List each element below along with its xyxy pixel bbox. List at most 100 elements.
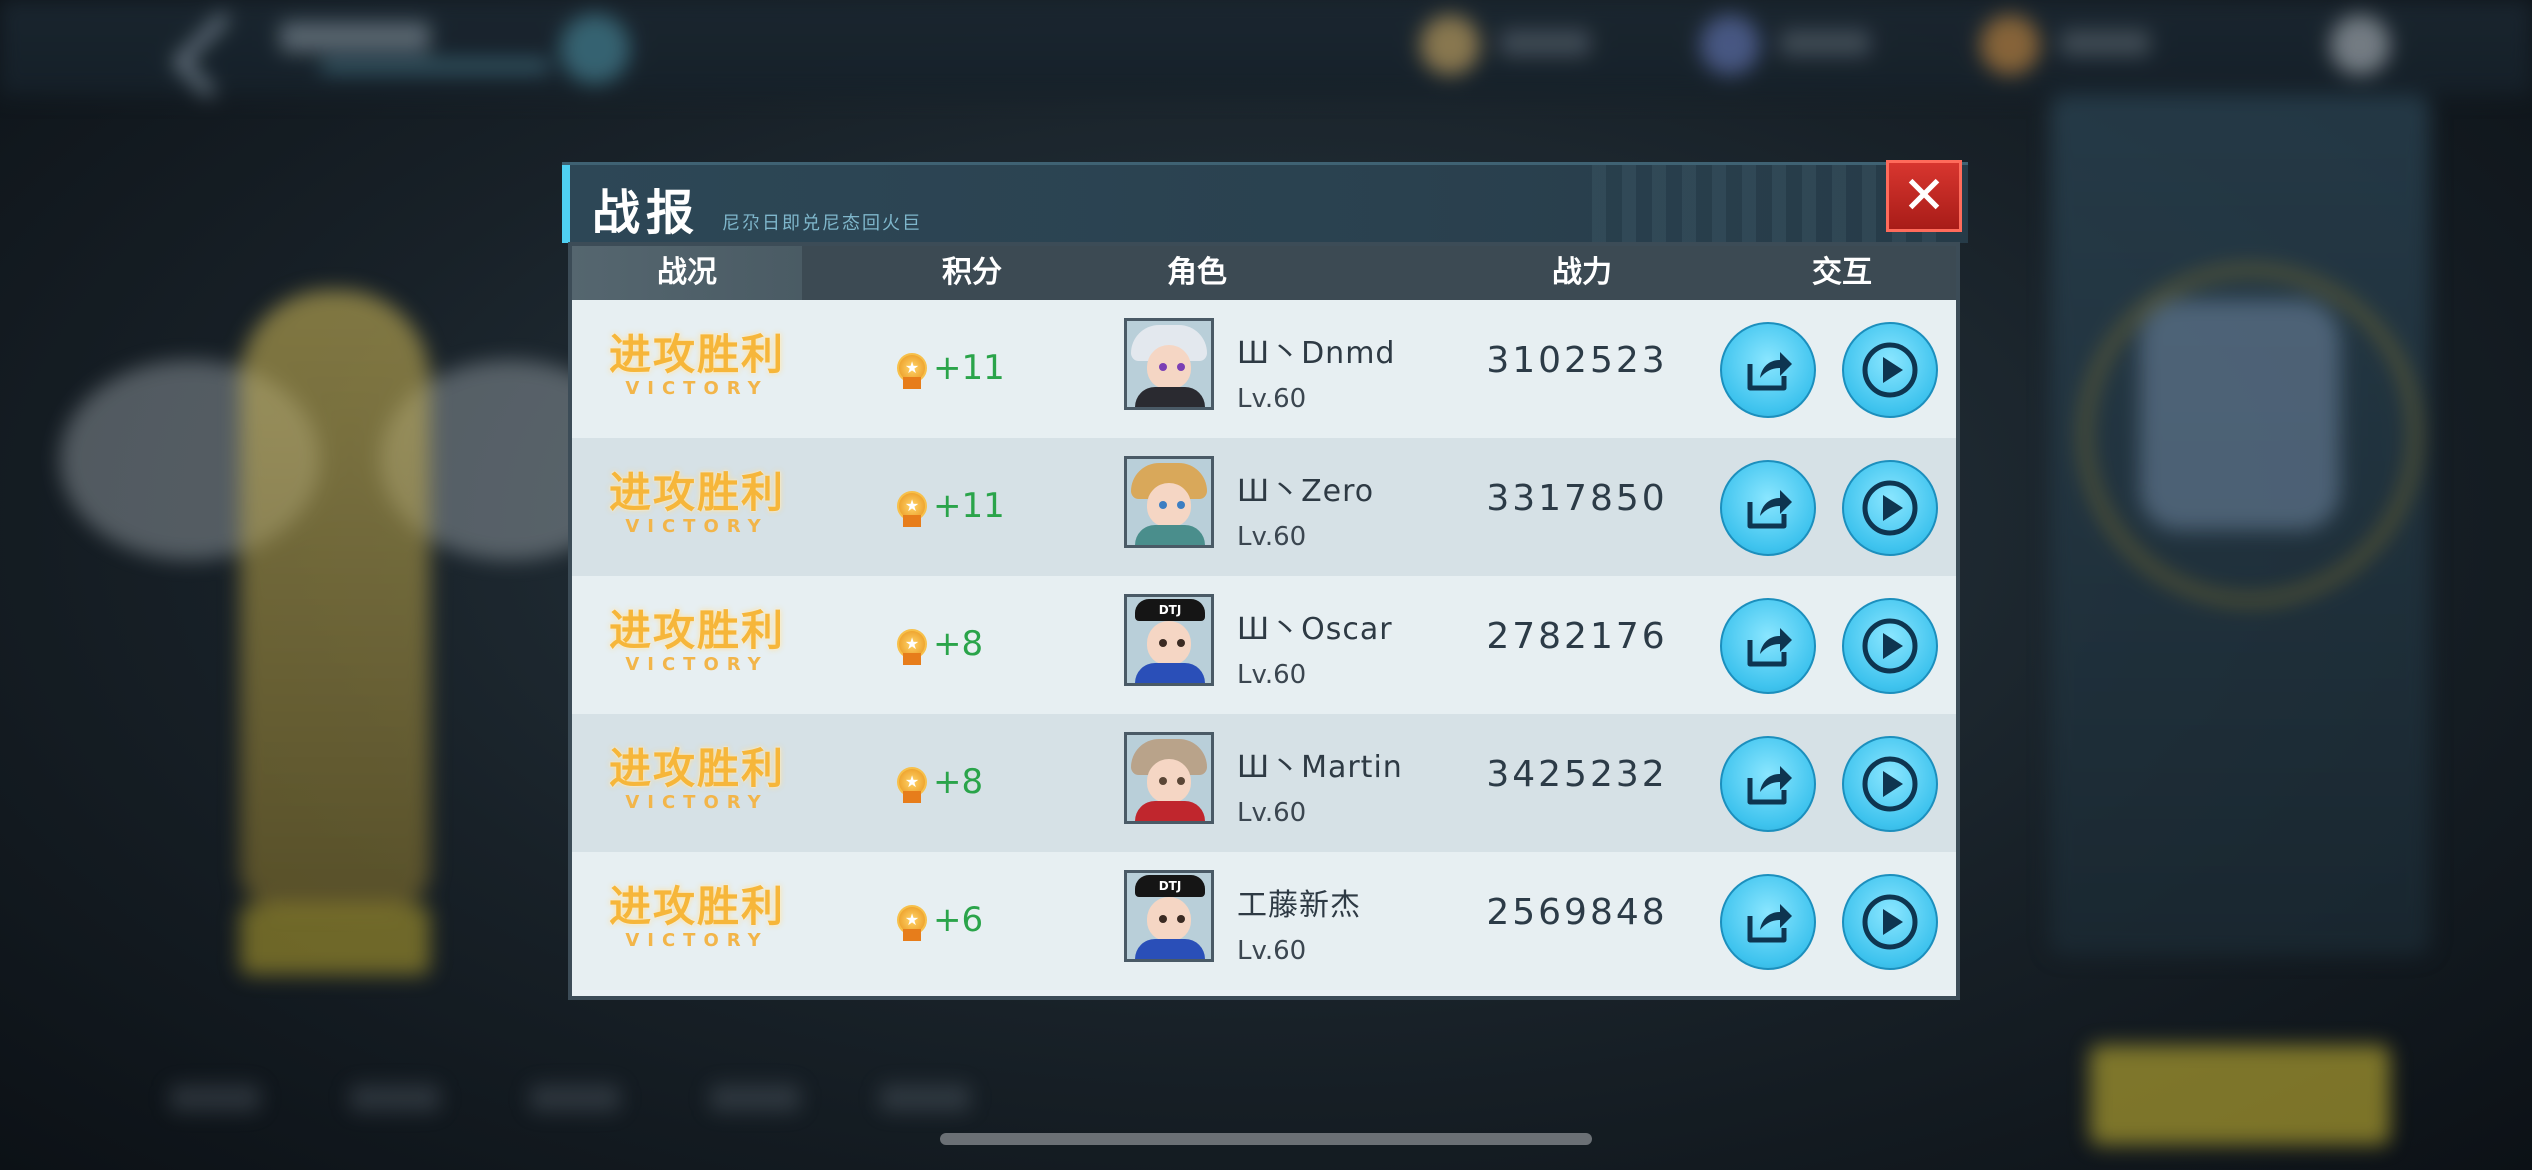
player-level: Lv.60 [1237, 522, 1307, 552]
result-text: 进攻胜利 [608, 468, 785, 517]
action-button-blurred [2090, 1045, 2390, 1145]
result-text-en: VICTORY [625, 516, 769, 537]
score-cell: ★ +8 [897, 616, 983, 672]
score-value: +11 [933, 348, 1005, 388]
share-button[interactable] [1720, 736, 1816, 832]
character-button-blurred [240, 905, 430, 975]
share-icon [1747, 628, 1792, 667]
progress-bar-blurred [320, 60, 550, 72]
player-name: 工藤新杰 [1237, 888, 1361, 923]
cap-icon: DTJ [1135, 599, 1205, 621]
share-icon [1747, 904, 1792, 943]
bottom-menu-item [880, 1085, 970, 1111]
table-header: 战况 积分 角色 战力 交互 [572, 246, 1956, 300]
share-button[interactable] [1720, 874, 1816, 970]
power-value: 2569848 [1486, 892, 1668, 933]
battle-report-dialog: 战报 尼尕日即兑尼态回火巨 ✕ 战况 积分 角色 战力 交互 进攻胜利 VICT… [562, 160, 1968, 1002]
character-avatar[interactable] [1124, 318, 1214, 410]
replay-button[interactable] [1842, 598, 1938, 694]
table-row: 进攻胜利 VICTORY ★ +11 Ш丶Zero Lv.60 3317850 [572, 438, 1956, 576]
result-text-en: VICTORY [625, 654, 769, 675]
result-text-en: VICTORY [625, 378, 769, 399]
play-icon [1862, 480, 1918, 536]
player-name: Ш丶Oscar [1237, 612, 1393, 647]
power-value: 3317850 [1486, 478, 1668, 519]
medal-icon: ★ [897, 347, 927, 389]
share-button[interactable] [1720, 598, 1816, 694]
result-text: 进攻胜利 [608, 330, 785, 379]
dialog-title: 战报 [592, 185, 701, 241]
power-value: 3102523 [1486, 340, 1668, 381]
bottom-menu-item [170, 1085, 260, 1111]
score-cell: ★ +6 [897, 892, 983, 948]
bottom-menu-item [530, 1085, 620, 1111]
player-name: Ш丶Zero [1237, 474, 1375, 509]
score-cell: ★ +11 [897, 478, 1005, 534]
character-avatar[interactable] [1124, 732, 1214, 824]
replay-button[interactable] [1842, 322, 1938, 418]
close-icon: ✕ [1902, 166, 1946, 226]
share-icon [1747, 766, 1792, 805]
result-text: 进攻胜利 [608, 744, 785, 793]
medal-icon: ★ [897, 761, 927, 803]
replay-button[interactable] [1842, 736, 1938, 832]
share-icon [1747, 490, 1792, 529]
player-level: Lv.60 [1237, 660, 1307, 690]
currency-amount-blurred [2060, 30, 2150, 56]
token-icon [1980, 15, 2040, 75]
victory-badge: 进攻胜利 VICTORY [602, 884, 792, 954]
player-level: Lv.60 [1237, 936, 1307, 966]
medal-icon: ★ [897, 899, 927, 941]
table-row: 进攻胜利 VICTORY ★ +8 Ш丶Martin Lv.60 3425232 [572, 714, 1956, 852]
dialog-header: 战报 尼尕日即兑尼态回火巨 [562, 162, 1968, 243]
victory-badge: 进攻胜利 VICTORY [602, 470, 792, 540]
power-value: 3425232 [1486, 754, 1668, 795]
header-accent [562, 165, 570, 243]
play-icon [1862, 894, 1918, 950]
battle-report-table: 战况 积分 角色 战力 交互 进攻胜利 VICTORY ★ +11 Ш丶Dnmd… [568, 242, 1960, 1000]
home-indicator[interactable] [940, 1133, 1592, 1145]
score-value: +8 [933, 624, 984, 664]
cap-icon: DTJ [1135, 875, 1205, 897]
close-button[interactable]: ✕ [1886, 160, 1962, 232]
header-character: 角色 [1167, 255, 1227, 290]
score-value: +6 [933, 900, 984, 940]
header-power: 战力 [1552, 255, 1612, 290]
medal-icon: ★ [897, 623, 927, 665]
victory-badge: 进攻胜利 VICTORY [602, 746, 792, 816]
player-level: Lv.60 [1237, 798, 1307, 828]
bottom-menu-item [350, 1085, 440, 1111]
play-icon [1862, 342, 1918, 398]
player-name: Ш丶Martin [1237, 750, 1403, 785]
character-avatar[interactable]: DTJ [1124, 594, 1214, 686]
result-text-en: VICTORY [625, 792, 769, 813]
medal-icon: ★ [897, 485, 927, 527]
victory-badge: 进攻胜利 VICTORY [602, 332, 792, 402]
dialog-subtitle: 尼尕日即兑尼态回火巨 [722, 213, 922, 234]
character-avatar[interactable]: DTJ [1124, 870, 1214, 962]
play-icon [1862, 618, 1918, 674]
share-button[interactable] [1720, 322, 1816, 418]
settings-icon [2330, 15, 2390, 75]
replay-button[interactable] [1842, 874, 1938, 970]
table-row: 进攻胜利 VICTORY ★ +11 Ш丶Dnmd Lv.60 3102523 [572, 300, 1956, 438]
player-character [240, 290, 430, 910]
gold-coin-icon [1420, 15, 1480, 75]
help-icon [560, 14, 630, 84]
play-icon [1862, 756, 1918, 812]
character-avatar[interactable] [1124, 456, 1214, 548]
table-row: 进攻胜利 VICTORY ★ +8 DTJ Ш丶Oscar Lv.60 2782… [572, 576, 1956, 714]
score-cell: ★ +8 [897, 754, 983, 810]
result-text-en: VICTORY [625, 930, 769, 951]
replay-button[interactable] [1842, 460, 1938, 556]
rank-emblem [2140, 300, 2340, 530]
header-status: 战况 [572, 246, 802, 300]
power-value: 2782176 [1486, 616, 1668, 657]
screen-title-blurred [280, 22, 430, 52]
score-value: +8 [933, 762, 984, 802]
share-button[interactable] [1720, 460, 1816, 556]
score-value: +11 [933, 486, 1005, 526]
gem-icon [1700, 15, 1760, 75]
bottom-menu-item [710, 1085, 800, 1111]
player-level: Lv.60 [1237, 384, 1307, 414]
